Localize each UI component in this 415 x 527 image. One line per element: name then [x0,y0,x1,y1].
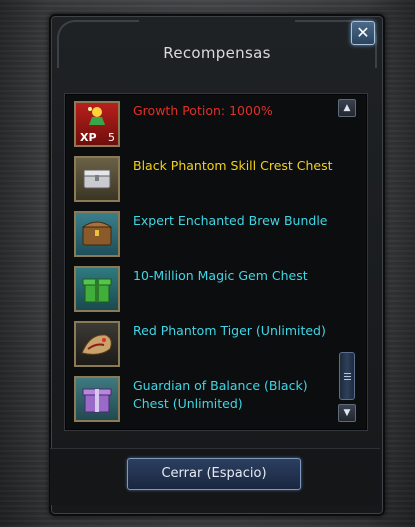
item-name: Red Phantom Tiger (Unlimited) [133,323,326,338]
list-item[interactable]: Guardian of Balance (Black) Chest (Unlim… [72,374,342,424]
reward-list: XP 5 Growth Potion: 1000% Black Phantom … [64,93,368,431]
list-item[interactable]: 10-Million Magic Gem Chest [72,264,342,314]
scroll-up-button[interactable]: ▲ [338,99,356,117]
item-name: 10-Million Magic Gem Chest [133,268,308,283]
grip-line [344,376,351,377]
close-space-button[interactable]: Cerrar (Espacio) [127,458,301,490]
green-gift-box-icon [74,266,120,312]
grip-line [344,379,351,380]
close-button[interactable]: ✕ [351,21,375,45]
arrow-down-icon: ▼ [343,408,351,418]
scrollbar-thumb[interactable] [339,352,355,400]
growth-potion-icon: XP 5 [74,101,120,147]
scroll-down-button[interactable]: ▼ [338,404,356,422]
brew-chest-icon [74,211,120,257]
item-name: Expert Enchanted Brew Bundle [133,213,328,228]
silver-chest-icon [74,156,120,202]
item-name: Guardian of Balance (Black) Chest (Unlim… [133,378,308,411]
item-name: Growth Potion: 1000% [133,103,273,118]
purple-gift-box-icon [74,376,120,422]
list-item[interactable]: Red Phantom Tiger (Unlimited) [72,319,342,369]
grip-line [344,373,351,374]
list-item[interactable]: Expert Enchanted Brew Bundle [72,209,342,259]
window-title: Recompensas [163,44,271,62]
close-icon: ✕ [356,23,370,42]
item-count: 5 [108,131,115,144]
list-item[interactable]: Black Phantom Skill Crest Chest [72,154,342,204]
xp-label: XP [80,131,97,144]
list-item[interactable]: XP 5 Growth Potion: 1000% [72,99,342,149]
phantom-tiger-icon [74,321,120,367]
item-name: Black Phantom Skill Crest Chest [133,158,333,173]
arrow-up-icon: ▲ [343,103,351,113]
